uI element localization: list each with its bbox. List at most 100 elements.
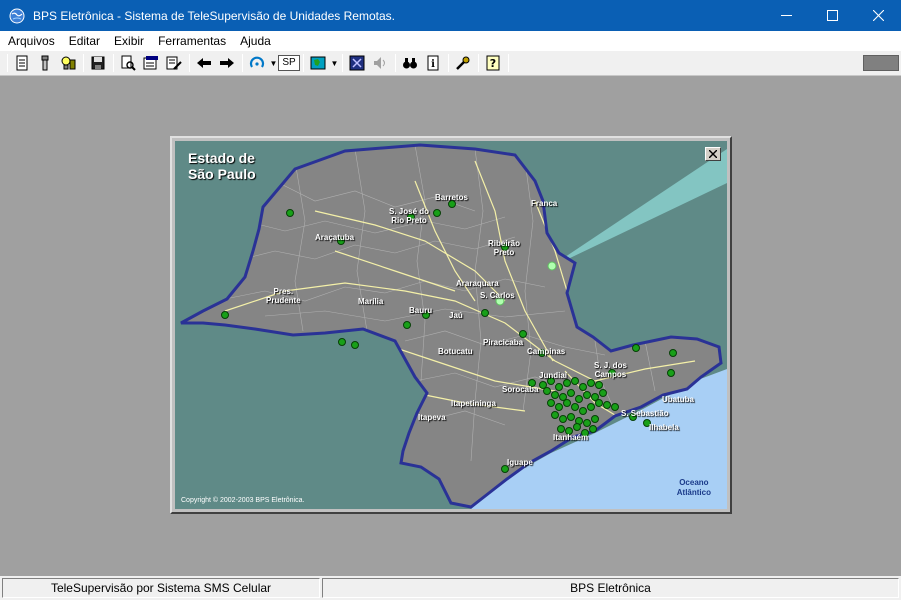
city-label[interactable]: Ribeirão Preto (488, 239, 520, 257)
station-marker[interactable] (403, 321, 411, 329)
station-marker[interactable] (583, 391, 591, 399)
menu-exibir[interactable]: Exibir (107, 31, 151, 51)
station-marker[interactable] (667, 369, 675, 377)
map-close-button[interactable] (705, 147, 721, 161)
report-icon (143, 56, 158, 70)
station-marker[interactable] (632, 344, 640, 352)
station-marker[interactable] (221, 311, 229, 319)
station-marker[interactable] (579, 383, 587, 391)
station-marker[interactable] (669, 349, 677, 357)
selected-station[interactable] (547, 261, 557, 271)
map-button[interactable] (307, 52, 329, 74)
forward-button[interactable] (216, 52, 238, 74)
city-label[interactable]: Itapeva (418, 413, 446, 422)
city-label[interactable]: Itapetininga (451, 399, 496, 408)
city-label[interactable]: Pres. Prudente (266, 287, 301, 305)
station-marker[interactable] (595, 399, 603, 407)
chevron-down-icon[interactable]: ▼ (330, 59, 339, 68)
city-label[interactable]: S. Carlos (480, 291, 515, 300)
report-button[interactable] (140, 52, 162, 74)
close-button[interactable] (855, 0, 901, 31)
maximize-button[interactable] (809, 0, 855, 31)
city-label[interactable]: S. José do Rio Preto (389, 207, 429, 225)
station-marker[interactable] (591, 415, 599, 423)
station-marker[interactable] (595, 381, 603, 389)
city-label[interactable]: Jundiaí (539, 371, 567, 380)
station-marker[interactable] (543, 387, 551, 395)
station-marker[interactable] (563, 379, 571, 387)
city-label[interactable]: Iguape (507, 458, 533, 467)
flashlight-icon (41, 55, 49, 71)
station-marker[interactable] (338, 338, 346, 346)
city-label[interactable]: Ubatuba (662, 395, 694, 404)
station-marker[interactable] (557, 425, 565, 433)
station-marker[interactable] (567, 389, 575, 397)
print-preview-button[interactable] (117, 52, 139, 74)
help-button[interactable]: ? (482, 52, 504, 74)
toolbar-grip[interactable] (863, 55, 899, 71)
city-label[interactable]: Araraquara (456, 279, 499, 288)
station-marker[interactable] (555, 383, 563, 391)
station-marker[interactable] (603, 401, 611, 409)
connect-button[interactable] (246, 52, 268, 74)
title-bar[interactable]: BPS Eletrônica - Sistema de TeleSupervis… (0, 0, 901, 31)
station-marker[interactable] (599, 389, 607, 397)
station-marker[interactable] (559, 415, 567, 423)
city-label[interactable]: Sorocaba (502, 385, 538, 394)
station-marker[interactable] (575, 395, 583, 403)
station-marker[interactable] (519, 330, 527, 338)
tool-button[interactable] (34, 52, 56, 74)
station-marker[interactable] (579, 407, 587, 415)
city-label[interactable]: Barretos (435, 193, 468, 202)
new-document-button[interactable] (11, 52, 33, 74)
station-marker[interactable] (589, 425, 597, 433)
document-icon (16, 55, 28, 71)
city-label[interactable]: Jaú (449, 311, 463, 320)
city-label[interactable]: Franca (531, 199, 557, 208)
station-marker[interactable] (571, 403, 579, 411)
city-label[interactable]: Marília (358, 297, 383, 306)
menu-arquivos[interactable]: Arquivos (0, 31, 62, 51)
station-marker[interactable] (587, 403, 595, 411)
station-marker[interactable] (587, 379, 595, 387)
find-button[interactable] (399, 52, 421, 74)
satellite-button[interactable] (346, 52, 368, 74)
station-marker[interactable] (571, 377, 579, 385)
sound-button[interactable] (369, 52, 391, 74)
station-marker[interactable] (555, 403, 563, 411)
lightbulb-button[interactable] (57, 52, 79, 74)
station-marker[interactable] (433, 209, 441, 217)
minimize-button[interactable] (763, 0, 809, 31)
settings-button[interactable] (452, 52, 474, 74)
station-marker[interactable] (611, 403, 619, 411)
city-label[interactable]: Piracicaba (483, 338, 523, 347)
city-label[interactable]: S. J. dos Campos (594, 361, 627, 379)
station-marker[interactable] (563, 399, 571, 407)
station-marker[interactable] (547, 399, 555, 407)
station-marker[interactable] (567, 413, 575, 421)
city-label[interactable]: Araçatuba (315, 233, 354, 242)
station-marker[interactable] (481, 309, 489, 317)
station-marker[interactable] (351, 341, 359, 349)
info-button[interactable]: i (422, 52, 444, 74)
city-label[interactable]: S. Sebastião (621, 409, 669, 418)
city-label[interactable]: Campinas (527, 347, 565, 356)
station-marker[interactable] (573, 423, 581, 431)
station-marker[interactable] (551, 411, 559, 419)
city-label[interactable]: Itanhaém (553, 433, 588, 442)
city-label[interactable]: Ilhabela (649, 423, 679, 432)
save-button[interactable] (87, 52, 109, 74)
station-marker[interactable] (551, 391, 559, 399)
back-button[interactable] (193, 52, 215, 74)
chevron-down-icon[interactable]: ▼ (269, 59, 278, 68)
city-label[interactable]: Bauru (409, 306, 432, 315)
station-marker[interactable] (286, 209, 294, 217)
edit-button[interactable] (163, 52, 185, 74)
sao-paulo-map[interactable]: Estado de São Paulo Barretos Franca S. J… (175, 141, 727, 509)
menu-ajuda[interactable]: Ajuda (233, 31, 278, 51)
station-marker[interactable] (583, 419, 591, 427)
city-label[interactable]: Botucatu (438, 347, 473, 356)
menu-editar[interactable]: Editar (62, 31, 107, 51)
menu-ferramentas[interactable]: Ferramentas (151, 31, 233, 51)
state-sp-button[interactable]: SP (278, 55, 300, 71)
